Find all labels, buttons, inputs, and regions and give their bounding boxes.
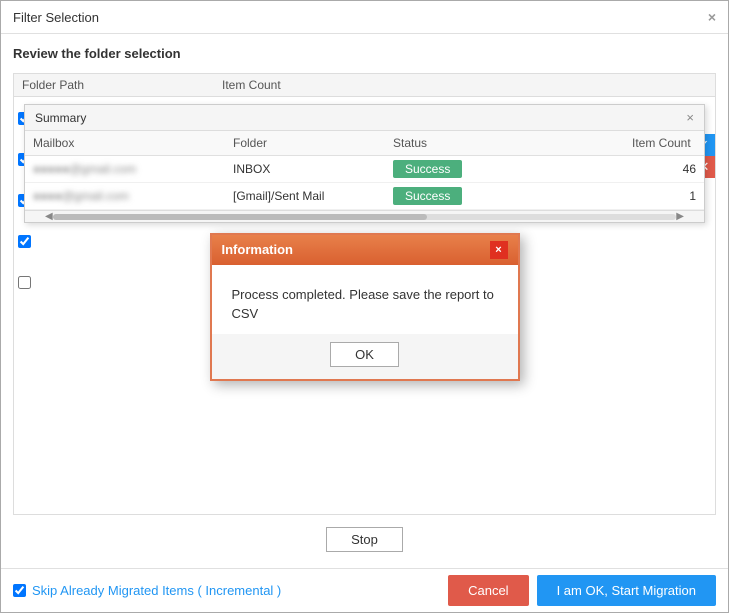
dialog-overlay: Information × Process completed. Please … (1, 1, 728, 612)
dialog-body: Process completed. Please save the repor… (212, 265, 518, 334)
dialog-message: Process completed. Please save the repor… (232, 287, 494, 322)
dialog-title: Information (222, 242, 294, 257)
ok-button[interactable]: OK (330, 342, 399, 367)
dialog-footer: OK (212, 334, 518, 379)
information-dialog: Information × Process completed. Please … (210, 233, 520, 381)
main-window: Filter Selection × Review the folder sel… (0, 0, 729, 613)
dialog-close-button[interactable]: × (490, 241, 508, 259)
dialog-title-bar: Information × (212, 235, 518, 265)
